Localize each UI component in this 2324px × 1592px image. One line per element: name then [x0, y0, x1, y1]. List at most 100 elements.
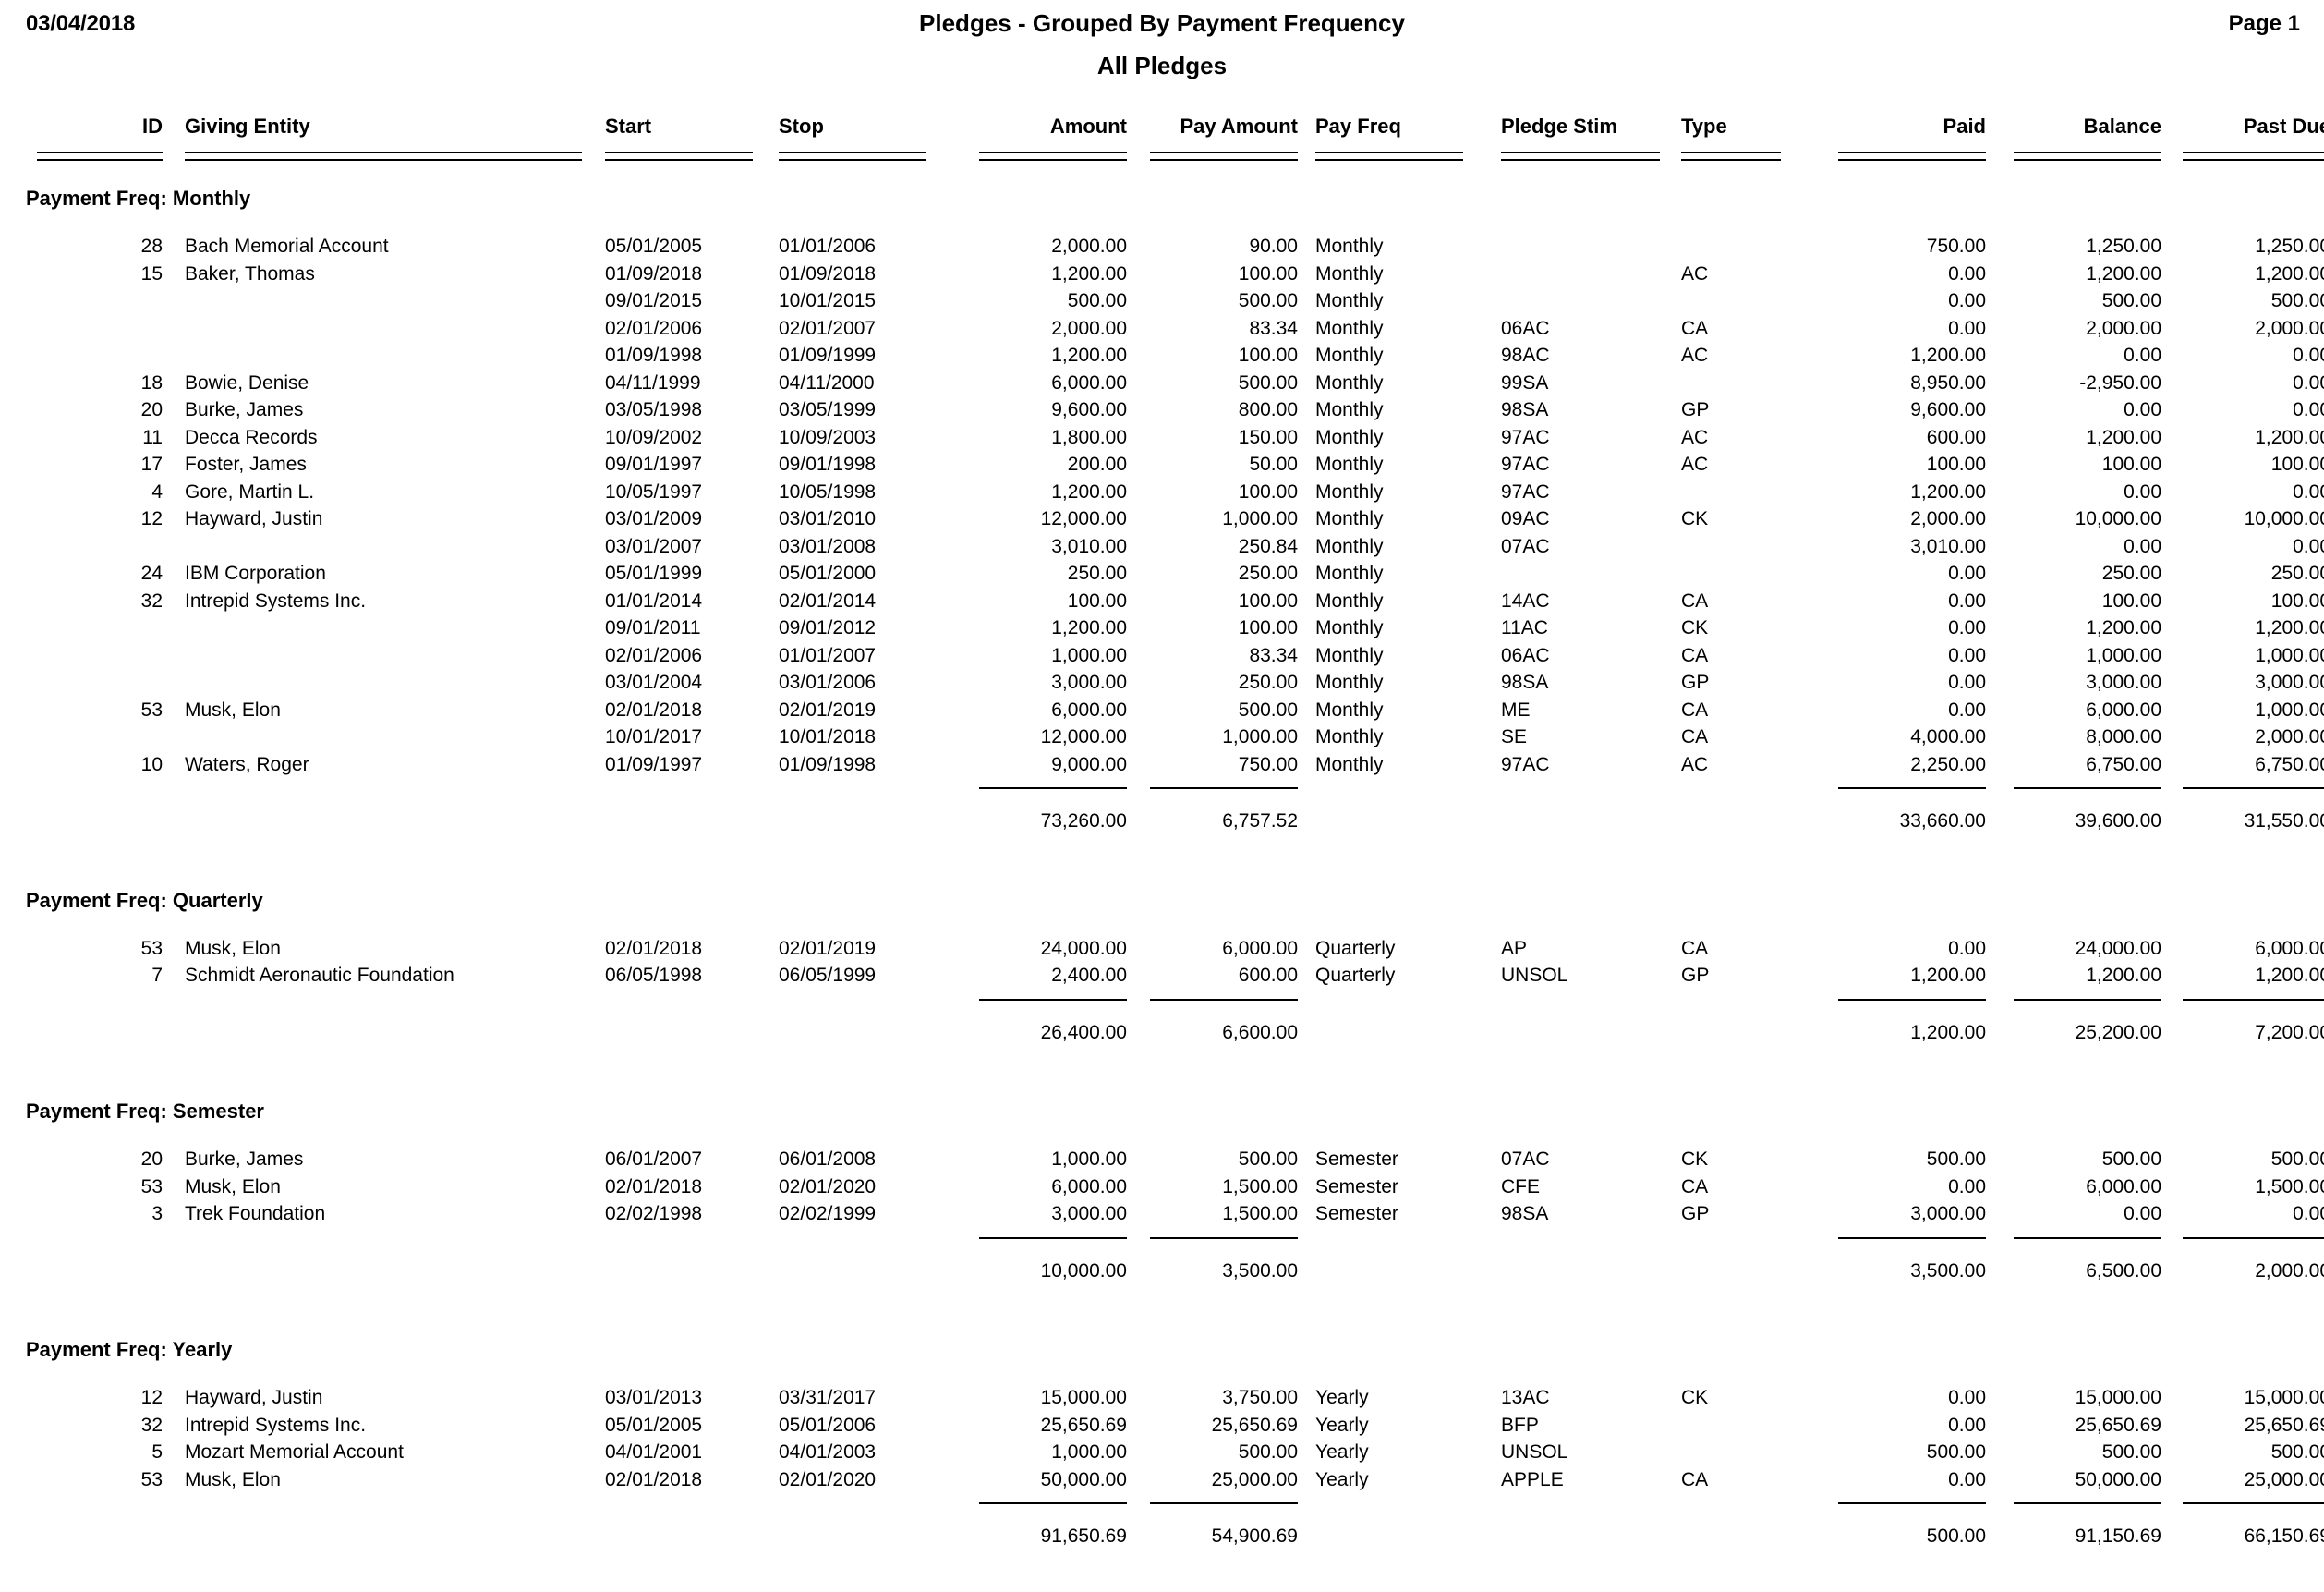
table-row[interactable]: 02/01/2006 02/01/2007 2,000.00 83.34 Monthly…	[0, 315, 2324, 343]
total-pay-amount: 54,900.69	[1211, 1525, 1298, 1547]
cell-stop: 04/11/2000	[779, 371, 875, 394]
cell-past-due: 250.00	[2270, 563, 2324, 584]
cell-pledge-stim: APPLE	[1501, 1468, 1564, 1490]
cell-entity: Waters, Roger	[185, 753, 309, 775]
cell-pay-amount: 250.00	[1238, 672, 1298, 693]
cell-paid: 0.00	[1948, 1414, 1986, 1436]
cell-pay-amount: 500.00	[1238, 699, 1298, 721]
table-row[interactable]: 53 Musk, Elon 02/01/2018 02/01/2019 6,000.00…	[0, 697, 2324, 724]
table-row[interactable]: 12 Hayward, Justin 03/01/2009 03/01/2010 12,…	[0, 505, 2324, 533]
cell-amount: 24,000.00	[1040, 937, 1127, 959]
cell-stop: 01/01/2007	[779, 644, 877, 666]
total-rule-pay-amount	[1150, 1236, 1298, 1239]
cell-pay-freq: Semester	[1315, 1148, 1398, 1170]
cell-paid: 8,950.00	[1910, 371, 1986, 394]
table-row[interactable]: 7 Schmidt Aeronautic Foundation 06/05/1998…	[0, 962, 2324, 990]
total-rule-balance	[2014, 787, 2161, 789]
table-row[interactable]: 53 Musk, Elon 02/01/2018 02/01/2019 24,000.0…	[0, 935, 2324, 963]
cell-start: 02/01/2006	[605, 644, 703, 666]
table-row[interactable]: 28 Bach Memorial Account 05/01/2005 01/01/2…	[0, 233, 2324, 261]
cell-pay-freq: Semester	[1315, 1203, 1398, 1224]
cell-entity: Bach Memorial Account	[185, 236, 389, 257]
table-row[interactable]: 11 Decca Records 10/09/2002 10/09/2003 1,800…	[0, 424, 2324, 452]
table-row[interactable]: 18 Bowie, Denise 04/11/1999 04/11/2000 6,000…	[0, 370, 2324, 397]
table-row[interactable]: 32 Intrepid Systems Inc. 01/01/2014 02/01/2…	[0, 588, 2324, 615]
table-row[interactable]: 5 Mozart Memorial Account 04/01/2001 04/01/…	[0, 1439, 2324, 1466]
group-header-spacer	[0, 918, 2324, 935]
total-rule-amount	[979, 787, 1127, 789]
cell-start: 04/11/1999	[605, 371, 701, 394]
table-row[interactable]: 01/09/1998 01/09/1999 1,200.00 100.00 Monthl…	[0, 342, 2324, 370]
cell-type: CA	[1681, 589, 1709, 612]
subtotal-rules	[0, 1493, 2324, 1513]
table-row[interactable]: 32 Intrepid Systems Inc. 05/01/2005 05/01/2…	[0, 1412, 2324, 1440]
table-row[interactable]: 09/01/2011 09/01/2012 1,200.00 100.00 Monthl…	[0, 614, 2324, 642]
cell-pay-freq: Monthly	[1315, 480, 1384, 503]
table-row[interactable]: 4 Gore, Martin L. 10/05/1997 10/05/1998 1,20…	[0, 479, 2324, 506]
table-row[interactable]: 20 Burke, James 03/05/1998 03/05/1999 9,600.…	[0, 396, 2324, 424]
cell-entity: Burke, James	[185, 1148, 304, 1170]
cell-pay-amount: 100.00	[1238, 480, 1298, 503]
cell-pay-amount: 500.00	[1238, 1148, 1298, 1170]
cell-pledge-stim: ME	[1501, 699, 1531, 721]
cell-type: CA	[1681, 699, 1709, 721]
table-row[interactable]: 15 Baker, Thomas 01/09/2018 01/09/2018 1,200…	[0, 261, 2324, 288]
cell-amount: 1,000.00	[1051, 1441, 1127, 1463]
table-row[interactable]: 17 Foster, James 09/01/1997 09/01/1998 200.0…	[0, 451, 2324, 479]
table-row[interactable]: 10 Waters, Roger 01/09/1997 01/09/1998 9,000…	[0, 751, 2324, 779]
cell-pay-amount: 250.00	[1238, 563, 1298, 584]
cell-id: 7	[151, 965, 163, 986]
total-rule-past-due	[2183, 1502, 2324, 1504]
cell-past-due: 1,000.00	[2255, 699, 2324, 721]
cell-balance: 1,200.00	[2086, 426, 2161, 448]
table-row[interactable]: 3 Trek Foundation 02/02/1998 02/02/1999 3,00…	[0, 1200, 2324, 1228]
group-header-spacer	[0, 216, 2324, 233]
cell-amount: 250.00	[1067, 563, 1127, 584]
table-row[interactable]: 10/01/2017 10/01/2018 12,000.00 1,000.00 Mon…	[0, 723, 2324, 751]
cell-stop: 10/05/1998	[779, 480, 877, 503]
cell-balance: -2,950.00	[2079, 371, 2161, 394]
cell-start: 03/05/1998	[605, 399, 703, 420]
total-rule-paid	[1838, 1236, 1986, 1239]
cell-pay-amount: 25,000.00	[1211, 1468, 1298, 1490]
table-row[interactable]: 20 Burke, James 06/01/2007 06/01/2008 1,000.…	[0, 1146, 2324, 1173]
table-row[interactable]: 03/01/2004 03/01/2006 3,000.00 250.00 Monthl…	[0, 669, 2324, 697]
cell-balance: 6,750.00	[2086, 753, 2161, 775]
cell-balance: 1,200.00	[2086, 617, 2161, 638]
table-row[interactable]: 03/01/2007 03/01/2008 3,010.00 250.84 Monthl…	[0, 533, 2324, 561]
cell-pledge-stim: 99SA	[1501, 371, 1549, 394]
table-row[interactable]: 09/01/2015 10/01/2015 500.00 500.00 Monthly 0…	[0, 287, 2324, 315]
header-rule-stop	[779, 152, 926, 161]
cell-past-due: 500.00	[2270, 1148, 2324, 1170]
cell-stop: 02/01/2019	[779, 699, 877, 721]
cell-entity: Bowie, Denise	[185, 371, 309, 394]
cell-past-due: 6,000.00	[2255, 937, 2324, 959]
subtotal-rules	[0, 778, 2324, 798]
cell-entity: Musk, Elon	[185, 937, 281, 959]
cell-stop: 02/02/1999	[779, 1203, 877, 1224]
cell-stop: 02/01/2020	[779, 1175, 877, 1197]
cell-amount: 2,000.00	[1051, 236, 1127, 257]
cell-entity: Decca Records	[185, 426, 318, 448]
subtotal-spacer	[0, 1248, 2324, 1258]
cell-stop: 03/05/1999	[779, 399, 877, 420]
cell-paid: 0.00	[1948, 672, 1986, 693]
table-row[interactable]: 24 IBM Corporation 05/01/1999 05/01/2000 250…	[0, 560, 2324, 588]
column-header-pay-amount: Pay Amount	[1180, 115, 1298, 138]
cell-entity: Schmidt Aeronautic Foundation	[185, 965, 454, 986]
table-row[interactable]: 53 Musk, Elon 02/01/2018 02/01/2020 6,000.00…	[0, 1173, 2324, 1201]
cell-id: 18	[140, 371, 163, 394]
cell-entity: Intrepid Systems Inc.	[185, 1414, 367, 1436]
cell-pledge-stim: UNSOL	[1501, 965, 1568, 986]
cell-stop: 01/01/2006	[779, 236, 877, 257]
cell-pay-amount: 750.00	[1238, 753, 1298, 775]
table-row[interactable]: 02/01/2006 01/01/2007 1,000.00 83.34 Monthly…	[0, 642, 2324, 670]
cell-id: 28	[140, 236, 163, 257]
cell-paid: 2,000.00	[1910, 508, 1986, 529]
cell-amount: 2,400.00	[1051, 965, 1127, 986]
table-row[interactable]: 53 Musk, Elon 02/01/2018 02/01/2020 50,000.0…	[0, 1466, 2324, 1494]
table-row[interactable]: 12 Hayward, Justin 03/01/2013 03/31/2017 15,…	[0, 1384, 2324, 1412]
cell-start: 01/01/2014	[605, 589, 703, 612]
report-title: Pledges - Grouped By Payment Frequency	[919, 9, 1405, 37]
